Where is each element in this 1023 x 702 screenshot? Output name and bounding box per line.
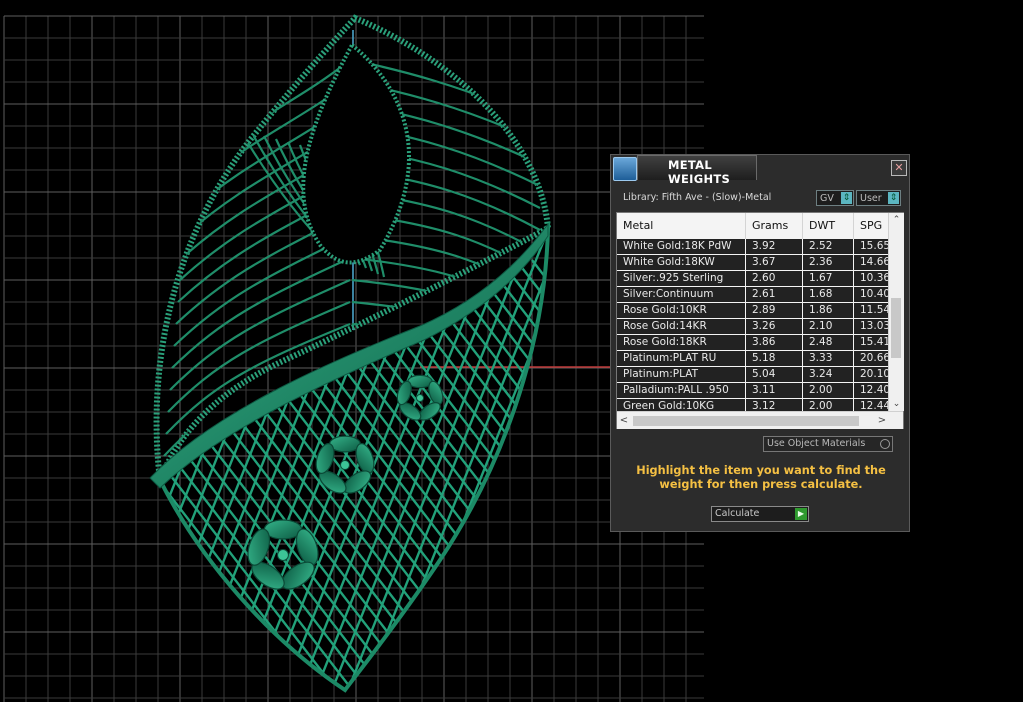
use-object-materials-toggle[interactable]: Use Object Materials <box>763 436 893 452</box>
column-header-grams[interactable]: Grams <box>746 213 803 239</box>
dwt-cell: 3.24 <box>803 367 854 382</box>
table-row[interactable]: Rose Gold:10KR 2.89 1.86 11.54 <box>617 303 888 319</box>
spg-cell: 15.41 <box>860 336 888 348</box>
dwt-cell: 1.68 <box>803 287 854 302</box>
spg-cell: 15.65 <box>860 240 888 252</box>
grams-cell: 3.26 <box>746 319 803 334</box>
rhino-jewel-icon <box>613 157 637 181</box>
spg-cell: 13.03 <box>860 320 888 332</box>
panel-titlebar[interactable]: METAL WEIGHTS ✕ <box>611 155 909 186</box>
table-row[interactable]: White Gold:18K PdW 3.92 2.52 15.65 <box>617 239 888 255</box>
metal-cell: Rose Gold:18KR <box>617 335 746 350</box>
metal-cell: Green Gold:10KG <box>617 399 746 411</box>
use-object-materials-label: Use Object Materials <box>767 438 866 449</box>
user-toggle-icon: ⇕ <box>888 192 899 204</box>
metal-cell: White Gold:18KW <box>617 255 746 270</box>
vertical-scrollbar[interactable]: ⌃ ⌄ <box>888 213 904 411</box>
metal-table-body: White Gold:18K PdW 3.92 2.52 15.65 White Gol… <box>617 239 888 411</box>
table-row[interactable]: Green Gold:10KG 3.12 2.00 12.44 <box>617 399 888 411</box>
column-header-spg[interactable]: SPG <box>854 213 888 239</box>
user-toggle-label: User <box>860 193 882 204</box>
table-row[interactable]: Rose Gold:14KR 3.26 2.10 13.03 <box>617 319 888 335</box>
calculate-button[interactable]: Calculate ▶ <box>711 506 809 522</box>
scroll-down-icon[interactable]: ⌄ <box>889 397 904 411</box>
dwt-cell: 2.48 <box>803 335 854 350</box>
table-row[interactable]: Silver:.925 Sterling 2.60 1.67 10.36 <box>617 271 888 287</box>
instruction-text: Highlight the item you want to find the … <box>636 464 886 491</box>
gv-toggle[interactable]: GV ⇕ <box>816 190 854 206</box>
table-row[interactable]: Silver:Continuum 2.61 1.68 10.40 <box>617 287 888 303</box>
grams-cell: 5.04 <box>746 367 803 382</box>
vertical-scroll-thumb[interactable] <box>891 298 901 358</box>
spg-cell: 20.66 <box>860 352 888 364</box>
dwt-cell: 2.36 <box>803 255 854 270</box>
dwt-cell: 1.86 <box>803 303 854 318</box>
dwt-cell: 2.52 <box>803 239 854 254</box>
metal-table-header: Metal Grams DWT SPG <box>617 213 888 240</box>
grams-cell: 3.67 <box>746 255 803 270</box>
panel-title-tab: METAL WEIGHTS <box>637 155 757 186</box>
spg-cell: 11.54 <box>860 304 888 316</box>
metal-cell: Rose Gold:10KR <box>617 303 746 318</box>
scroll-up-icon[interactable]: ⌃ <box>889 213 904 227</box>
grams-cell: 2.89 <box>746 303 803 318</box>
gv-toggle-label: GV <box>820 193 834 204</box>
dwt-cell: 2.00 <box>803 399 854 411</box>
table-row[interactable]: Rose Gold:18KR 3.86 2.48 15.41 <box>617 335 888 351</box>
library-label: Library: Fifth Ave - (Slow)-Metal <box>623 192 772 203</box>
user-toggle[interactable]: User ⇕ <box>856 190 901 206</box>
metal-cell: White Gold:18K PdW <box>617 239 746 254</box>
spg-cell: 12.44 <box>860 400 888 411</box>
grams-cell: 5.18 <box>746 351 803 366</box>
column-header-metal[interactable]: Metal <box>617 213 746 239</box>
scroll-right-icon[interactable]: > <box>875 412 889 429</box>
table-row[interactable]: Palladium:PALL .950 3.11 2.00 12.40 <box>617 383 888 399</box>
metal-weights-panel[interactable]: METAL WEIGHTS ✕ Library: Fifth Ave - (Sl… <box>610 154 910 532</box>
gv-toggle-icon: ⇕ <box>841 192 852 204</box>
spg-cell: 20.10 <box>860 368 888 380</box>
grams-cell: 2.61 <box>746 287 803 302</box>
dwt-cell: 1.67 <box>803 271 854 286</box>
spg-cell: 12.40 <box>860 384 888 396</box>
grams-cell: 3.11 <box>746 383 803 398</box>
spg-cell: 14.66 <box>860 256 888 268</box>
grams-cell: 3.12 <box>746 399 803 411</box>
horizontal-scrollbar[interactable]: < > <box>617 411 903 429</box>
grams-cell: 3.86 <box>746 335 803 350</box>
metal-cell: Palladium:PALL .950 <box>617 383 746 398</box>
dwt-cell: 2.00 <box>803 383 854 398</box>
close-button[interactable]: ✕ <box>891 160 907 176</box>
calculate-label: Calculate <box>715 508 760 519</box>
metal-table[interactable]: Metal Grams DWT SPG White Gold:18K PdW 3.… <box>616 212 904 429</box>
metal-cell: Silver:.925 Sterling <box>617 271 746 286</box>
grams-cell: 3.92 <box>746 239 803 254</box>
spg-cell: 10.40 <box>860 288 888 300</box>
panel-title: METAL WEIGHTS <box>668 158 731 186</box>
play-arrow-icon: ▶ <box>795 508 807 520</box>
dwt-cell: 2.10 <box>803 319 854 334</box>
radio-circle-icon <box>880 439 890 449</box>
metal-cell: Platinum:PLAT <box>617 367 746 382</box>
table-row[interactable]: White Gold:18KW 3.67 2.36 14.66 <box>617 255 888 271</box>
scroll-left-icon[interactable]: < <box>617 412 631 429</box>
table-row[interactable]: Platinum:PLAT RU 5.18 3.33 20.66 <box>617 351 888 367</box>
grams-cell: 2.60 <box>746 271 803 286</box>
close-icon: ✕ <box>894 161 904 174</box>
horizontal-scroll-thumb[interactable] <box>633 416 859 426</box>
metal-cell: Silver:Continuum <box>617 287 746 302</box>
column-header-dwt[interactable]: DWT <box>803 213 854 239</box>
table-row[interactable]: Platinum:PLAT 5.04 3.24 20.10 <box>617 367 888 383</box>
metal-cell: Platinum:PLAT RU <box>617 351 746 366</box>
dwt-cell: 3.33 <box>803 351 854 366</box>
spg-cell: 10.36 <box>860 272 888 284</box>
metal-cell: Rose Gold:14KR <box>617 319 746 334</box>
